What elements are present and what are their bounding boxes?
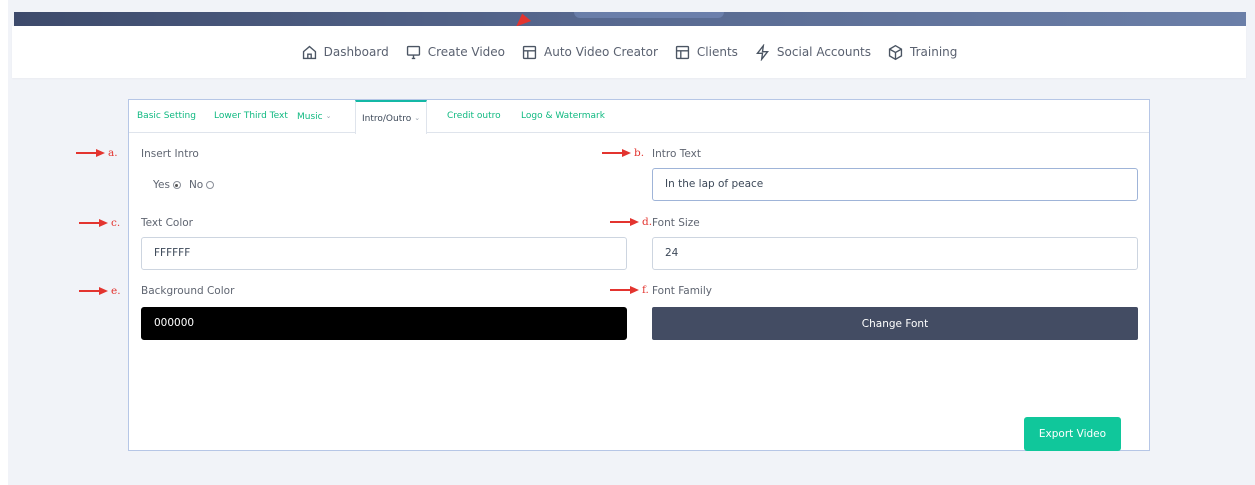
background-color-label: Background Color [141, 285, 235, 297]
nav-item-social-accounts[interactable]: Social Accounts [754, 43, 872, 61]
radio-yes[interactable] [172, 181, 181, 189]
annotation-b: b. [602, 147, 644, 159]
layout-icon [675, 45, 690, 59]
nav-label: Training [910, 45, 958, 59]
tab-music[interactable]: Music ⌄ [297, 100, 331, 133]
radio-yes-label: Yes [153, 179, 170, 191]
font-size-input[interactable]: 24 [652, 237, 1138, 270]
chevron-down-icon: ⌄ [325, 112, 332, 120]
insert-intro-label: Insert Intro [141, 148, 199, 160]
brand-logo-mark [512, 12, 532, 26]
nav-label: Clients [696, 45, 738, 59]
nav-item-training[interactable]: Training [887, 44, 957, 61]
radio-no-label: No [188, 179, 204, 191]
nav-label: Social Accounts [776, 45, 872, 59]
tab-intro-outro[interactable]: Intro/Outro ⌄ [355, 100, 428, 134]
layout-icon [522, 45, 537, 59]
nav-item-clients[interactable]: Clients [674, 44, 738, 61]
annotation-d: d. [610, 216, 652, 228]
tab-credit-outro[interactable]: Credit outro [447, 100, 501, 133]
export-video-button[interactable]: Export Video [1024, 417, 1121, 451]
annotation-c: c. [79, 217, 120, 229]
nav-item-auto-video-creator[interactable]: Auto Video Creator [521, 44, 658, 61]
tab-basic-setting[interactable]: Basic Setting [137, 100, 196, 133]
nav-item-create-video[interactable]: Create Video [405, 44, 505, 61]
settings-tabs: Basic Setting Lower Third Text Music ⌄ In… [129, 100, 1149, 134]
tab-logo-watermark[interactable]: Logo & Watermark [521, 100, 605, 133]
brand-logo [574, 12, 724, 18]
monitor-icon [406, 45, 420, 59]
arrow-right-icon [610, 218, 639, 226]
tab-lower-third-text[interactable]: Lower Third Text [214, 100, 288, 133]
font-family-label: Font Family [652, 285, 712, 297]
intro-text-label: Intro Text [652, 148, 701, 160]
cube-icon [888, 44, 903, 60]
annotation-e: e. [79, 285, 121, 297]
annotation-f: f. [610, 284, 649, 296]
nav-label: Auto Video Creator [544, 45, 658, 59]
text-color-label: Text Color [141, 217, 193, 229]
home-icon [302, 45, 316, 59]
video-settings-panel: Basic Setting Lower Third Text Music ⌄ In… [128, 99, 1150, 451]
change-font-button[interactable]: Change Font [652, 307, 1138, 340]
nav-label: Create Video [427, 45, 506, 59]
annotation-a: a. [76, 147, 118, 159]
radio-no[interactable] [206, 181, 215, 189]
insert-intro-radio-group: Yes No [153, 179, 222, 191]
background-color-input[interactable]: 000000 [141, 307, 627, 340]
arrow-right-icon [79, 219, 108, 227]
chevron-down-icon: ⌄ [414, 114, 421, 122]
lightning-icon [755, 43, 769, 61]
arrow-right-icon [610, 286, 639, 294]
arrow-right-icon [79, 287, 108, 295]
main-nav: Dashboard Create Video Auto Video Creato… [12, 26, 1246, 78]
text-color-input[interactable]: FFFFFF [141, 237, 627, 270]
font-size-label: Font Size [652, 217, 700, 229]
header-banner [14, 12, 1246, 26]
nav-item-dashboard[interactable]: Dashboard [301, 44, 389, 61]
nav-label: Dashboard [323, 45, 389, 59]
arrow-right-icon [602, 149, 631, 157]
arrow-right-icon [76, 149, 105, 157]
intro-text-input[interactable]: In the lap of peace [652, 168, 1138, 201]
